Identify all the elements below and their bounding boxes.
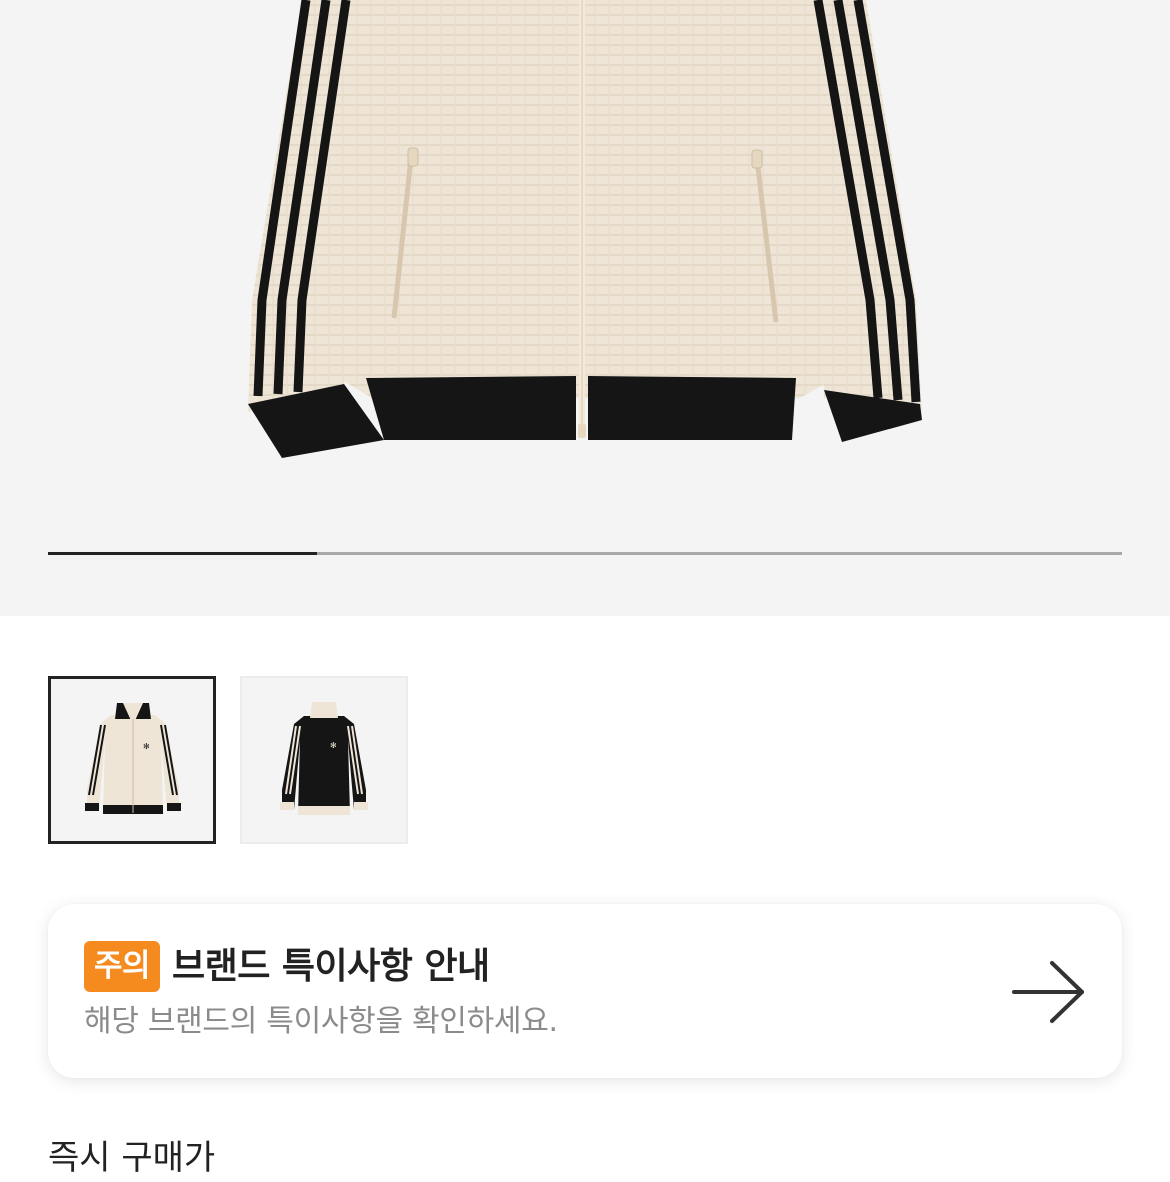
arrow-right-icon[interactable] bbox=[1012, 960, 1088, 1024]
thumbnail-cream-jacket[interactable]: ✻ bbox=[48, 676, 216, 844]
brand-notice-title: 브랜드 특이사항 안내 bbox=[172, 946, 490, 987]
warning-badge: 주의 bbox=[84, 941, 161, 992]
product-image-gallery[interactable] bbox=[0, 0, 1170, 616]
black-jacket-thumbnail-image: ✻ bbox=[280, 702, 368, 815]
svg-text:✻: ✻ bbox=[143, 742, 150, 751]
instant-buy-price-title: 즉시 구매가 bbox=[48, 1138, 216, 1178]
brand-notice-subtitle: 해당 브랜드의 특이사항을 확인하세요. bbox=[84, 1004, 558, 1039]
image-progress-bar bbox=[48, 552, 1122, 555]
svg-text:✻: ✻ bbox=[330, 741, 337, 750]
cream-jacket-thumbnail-image: ✻ bbox=[85, 703, 181, 814]
brand-notice-card[interactable]: 주의 브랜드 특이사항 안내 해당 브랜드의 특이사항을 확인하세요. bbox=[48, 904, 1122, 1078]
thumbnail-black-jacket[interactable]: ✻ bbox=[240, 676, 408, 844]
image-progress-indicator bbox=[48, 552, 317, 555]
product-image bbox=[248, 0, 922, 458]
